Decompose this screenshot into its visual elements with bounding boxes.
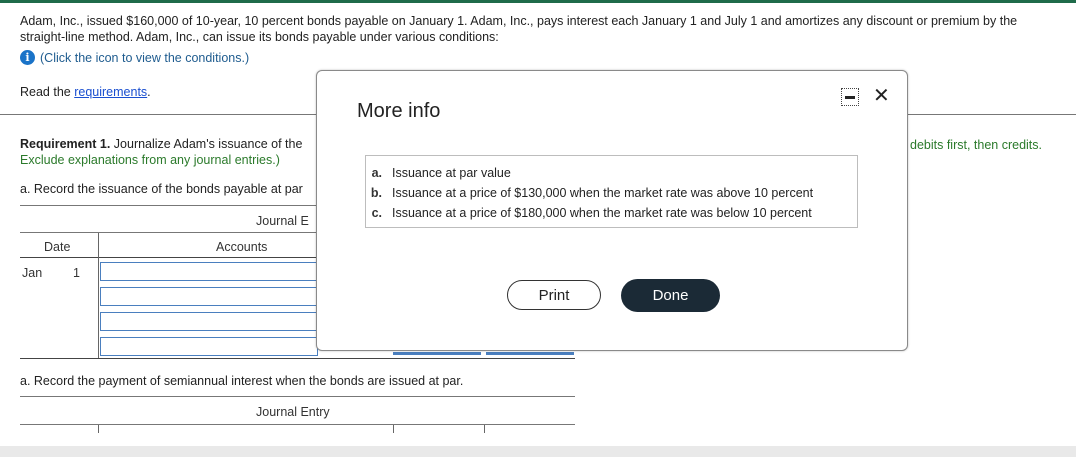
condition-item: b. Issuance at a price of $130,000 when … [366, 183, 857, 203]
journal-top-rule [20, 205, 320, 206]
requirement-1-label: Requirement 1. [20, 137, 111, 151]
col-divider [98, 233, 99, 359]
account-input-4[interactable] [100, 337, 318, 356]
requirement-1-note: Exclude explanations from any journal en… [20, 153, 280, 167]
condition-text: Issuance at a price of $180,000 when the… [392, 206, 812, 220]
condition-text: Issuance at a price of $130,000 when the… [392, 186, 814, 200]
close-icon[interactable]: ✕ [873, 85, 890, 107]
requirement-1-note-right: debits first, then credits. [910, 138, 1043, 152]
requirement-1-text: Journalize Adam's issuance of the [110, 137, 303, 151]
problem-intro: Adam, Inc., issued $160,000 of 10-year, … [20, 14, 1018, 44]
dialog-title: More info [357, 100, 441, 122]
journal2-col-divider-2 [393, 425, 394, 433]
journal-title-2: Journal Entry [256, 405, 330, 419]
print-button[interactable]: Print [507, 280, 601, 310]
condition-text: Issuance at par value [392, 166, 511, 180]
journal-title-rule [20, 232, 320, 233]
row-month: Jan [22, 266, 43, 280]
conditions-list: a. Issuance at par value b. Issuance at … [365, 155, 858, 228]
condition-item: a. Issuance at par value [366, 163, 857, 183]
minimize-button[interactable] [841, 88, 859, 106]
journal2-title-rule [20, 424, 575, 425]
requirement-1: Requirement 1. Journalize Adam's issuanc… [20, 136, 320, 168]
credit-input-edge[interactable] [486, 352, 574, 355]
header-rule [20, 257, 320, 258]
row-day: 1 [73, 266, 80, 280]
condition-letter: a. [371, 166, 382, 180]
col-header-accounts: Accounts [216, 240, 268, 254]
read-requirements: Read the requirements. [20, 85, 151, 99]
debit-input-edge[interactable] [393, 352, 481, 355]
conditions-info[interactable]: i (Click the icon to view the conditions… [20, 50, 249, 65]
info-icon[interactable]: i [20, 50, 35, 65]
top-accent-bar [0, 0, 1076, 3]
journal2-top-rule [20, 396, 575, 397]
minimize-icon [845, 95, 855, 99]
col-header-date: Date [44, 240, 71, 254]
bottom-panel [0, 446, 1076, 457]
done-button[interactable]: Done [621, 279, 720, 312]
read-suffix: . [147, 85, 151, 99]
condition-letter: b. [370, 186, 382, 200]
account-input-2[interactable] [100, 287, 318, 306]
read-prefix: Read the [20, 85, 75, 99]
record-issuance-instruction: a. Record the issuance of the bonds paya… [20, 182, 303, 196]
journal-title-1: Journal E [256, 214, 309, 228]
account-input-1[interactable] [100, 262, 318, 281]
condition-item: c. Issuance at a price of $180,000 when … [366, 203, 857, 223]
record-interest-instruction: a. Record the payment of semiannual inte… [20, 374, 464, 388]
journal-bottom-rule [20, 358, 575, 359]
conditions-link[interactable]: (Click the icon to view the conditions.) [40, 51, 249, 65]
journal2-col-divider-3 [484, 425, 485, 433]
more-info-dialog: More info ✕ a. Issuance at par value b. … [316, 70, 908, 351]
requirements-link[interactable]: requirements [74, 85, 147, 99]
account-input-3[interactable] [100, 312, 318, 331]
condition-letter: c. [371, 206, 382, 220]
journal2-col-divider-1 [98, 425, 99, 433]
